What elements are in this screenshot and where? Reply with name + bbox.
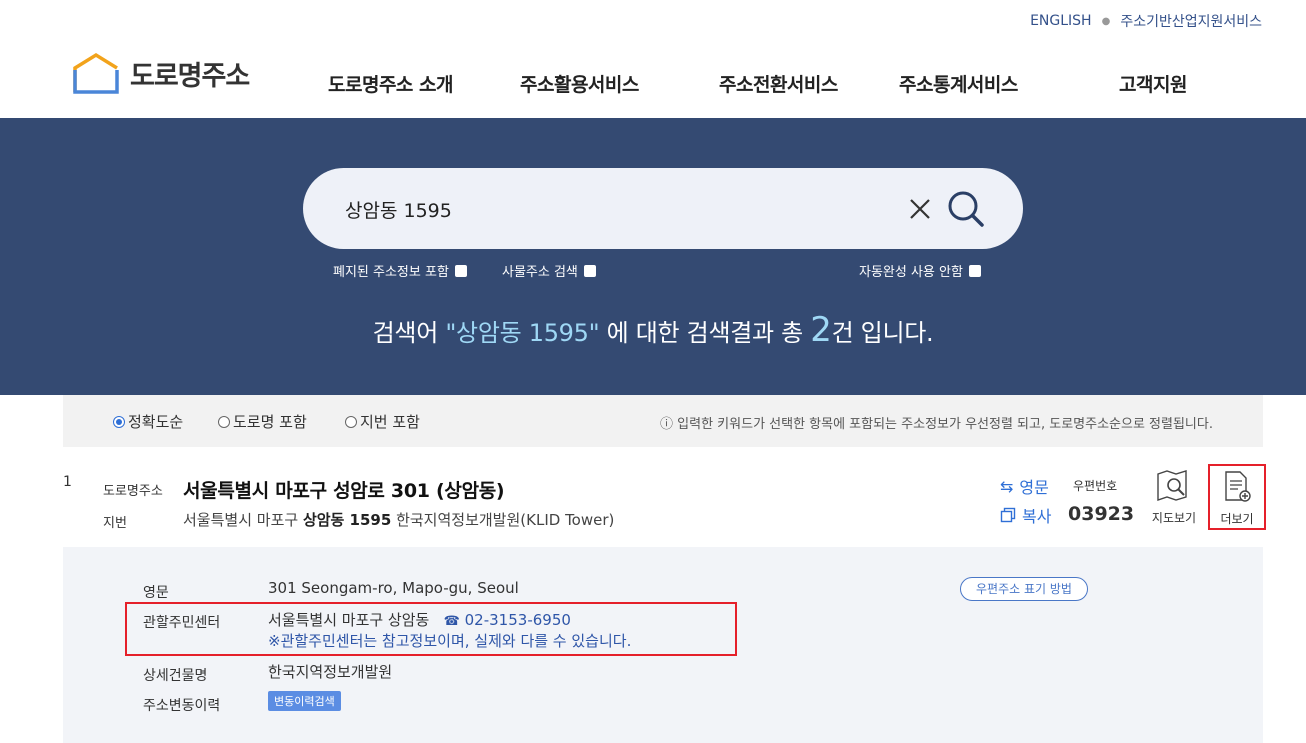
detail-panel: 영문 301 Seongam-ro, Mapo-gu, Seoul 우편주소 표…	[63, 547, 1263, 743]
separator-dot: ●	[1101, 15, 1111, 27]
detail-english-value: 301 Seongam-ro, Mapo-gu, Seoul	[268, 579, 519, 597]
no-autocomplete-checkbox[interactable]	[968, 264, 981, 277]
include-abolished-checkbox[interactable]	[454, 264, 467, 277]
map-view-button[interactable]: 지도보기	[1146, 470, 1202, 526]
search-input[interactable]: 상암동 1595	[345, 196, 452, 223]
jibun-label: 지번	[103, 516, 127, 531]
include-abolished-option[interactable]: 폐지된 주소정보 포함	[333, 261, 467, 280]
sort-accuracy-label: 정확도순	[128, 413, 184, 431]
jibun-part2: 한국지역정보개발원(KLID Tower)	[391, 511, 615, 529]
more-button-label: 더보기	[1220, 512, 1254, 526]
no-autocomplete-option[interactable]: 자동완성 사용 안함	[859, 261, 981, 280]
nav-customer-support[interactable]: 고객지원	[1119, 70, 1187, 97]
result-msg-prefix: 검색어	[372, 319, 446, 347]
center-name: 서울특별시 마포구 상암동	[268, 611, 430, 629]
nav-statistics-service[interactable]: 주소통계서비스	[899, 70, 1018, 97]
radio-selected-icon[interactable]	[113, 415, 125, 428]
english-button[interactable]: ⇆ 영문	[1000, 474, 1049, 498]
more-button[interactable]: 더보기	[1208, 464, 1266, 530]
zip-label: 우편번호	[1073, 479, 1118, 493]
object-address-label: 사물주소 검색	[502, 265, 578, 280]
clear-icon[interactable]	[908, 197, 932, 221]
top-links: ENGLISH ● 주소기반산업지원서비스	[1030, 11, 1262, 31]
house-logo-icon	[73, 52, 119, 94]
search-hero: 상암동 1595 폐지된 주소정보 포함 사물주소 검색 자동완성 사용 안함 …	[0, 118, 1306, 395]
nav-intro[interactable]: 도로명주소 소개	[328, 70, 453, 97]
object-address-checkbox[interactable]	[583, 264, 596, 277]
sort-jibun-label: 지번 포함	[360, 413, 420, 431]
document-plus-icon	[1225, 471, 1251, 502]
english-link[interactable]: ENGLISH	[1030, 13, 1092, 29]
history-search-button[interactable]: 변동이력검색	[268, 691, 341, 711]
copy-icon	[1000, 507, 1016, 523]
sort-accuracy[interactable]: 정확도순	[113, 411, 183, 432]
site-logo[interactable]: 도로명주소	[72, 52, 250, 94]
center-note: ※관할주민센터는 참고정보이며, 실제와 다를 수 있습니다.	[268, 632, 632, 650]
map-view-label: 지도보기	[1151, 511, 1197, 525]
center-phone[interactable]: 02-3153-6950	[465, 611, 571, 629]
nav-conversion-service[interactable]: 주소전환서비스	[719, 70, 838, 97]
result-msg-keyword: "상암동 1595"	[445, 319, 600, 347]
phone-icon: ☎	[443, 614, 460, 629]
result-msg-middle: 에 대한 검색결과 총	[599, 319, 811, 347]
sort-note-text: 입력한 키워드가 선택한 항목에 포함되는 주소정보가 우선정렬 되고, 도로명…	[677, 417, 1213, 432]
sort-road-label: 도로명 포함	[233, 413, 307, 431]
detail-history-label: 주소변동이력	[143, 698, 221, 714]
info-icon: ⓘ	[660, 417, 678, 432]
map-search-icon	[1157, 470, 1187, 501]
search-box[interactable]: 상암동 1595	[303, 168, 1023, 249]
search-icon[interactable]	[946, 189, 986, 229]
no-autocomplete-label: 자동완성 사용 안함	[859, 265, 963, 280]
object-address-option[interactable]: 사물주소 검색	[502, 261, 596, 280]
detail-center-label: 관할주민센터	[143, 615, 221, 631]
jibun-bold: 상암동 1595	[302, 511, 392, 529]
sort-jibun-include[interactable]: 지번 포함	[345, 411, 420, 432]
swap-icon: ⇆	[1000, 476, 1014, 496]
detail-building-label: 상세건물명	[143, 668, 208, 684]
road-address: 서울특별시 마포구 성암로 301 (상암동)	[183, 480, 505, 502]
result-number: 1	[63, 474, 72, 490]
detail-english-label: 영문	[143, 585, 169, 601]
radio-icon[interactable]	[218, 415, 230, 428]
english-button-label: 영문	[1019, 478, 1049, 497]
copy-button-label: 복사	[1022, 507, 1052, 526]
sort-road-include[interactable]: 도로명 포함	[218, 411, 307, 432]
page: ENGLISH ● 주소기반산업지원서비스 도로명주소 도로명주소 소개 주소활…	[0, 0, 1306, 743]
nav-usage-service[interactable]: 주소활용서비스	[520, 70, 639, 97]
radio-icon[interactable]	[345, 415, 357, 428]
detail-center-value: 서울특별시 마포구 상암동 ☎ 02-3153-6950	[268, 609, 571, 630]
jibun-part1: 서울특별시 마포구	[183, 511, 303, 529]
postal-address-guide-button[interactable]: 우편주소 표기 방법	[960, 577, 1088, 601]
include-abolished-label: 폐지된 주소정보 포함	[333, 265, 449, 280]
road-address-label: 도로명주소	[103, 484, 163, 499]
copy-button[interactable]: 복사	[1000, 503, 1051, 527]
jibun-address: 서울특별시 마포구 상암동 1595 한국지역정보개발원(KLID Tower)	[183, 509, 614, 530]
result-count: 2	[810, 310, 832, 350]
result-msg-suffix: 건 입니다.	[831, 319, 934, 347]
sort-note: ⓘ 입력한 키워드가 선택한 항목에 포함되는 주소정보가 우선정렬 되고, 도…	[660, 413, 1213, 432]
industry-service-link[interactable]: 주소기반산업지원서비스	[1120, 11, 1262, 31]
zip-code: 03923	[1068, 503, 1135, 525]
sort-bar: 정확도순 도로명 포함 지번 포함 ⓘ 입력한 키워드가 선택한 항목에 포함되…	[63, 395, 1263, 447]
detail-building-value: 한국지역정보개발원	[268, 663, 393, 681]
logo-text: 도로명주소	[130, 60, 250, 92]
result-count-message: 검색어 "상암동 1595" 에 대한 검색결과 총 2건 입니다.	[0, 310, 1306, 350]
